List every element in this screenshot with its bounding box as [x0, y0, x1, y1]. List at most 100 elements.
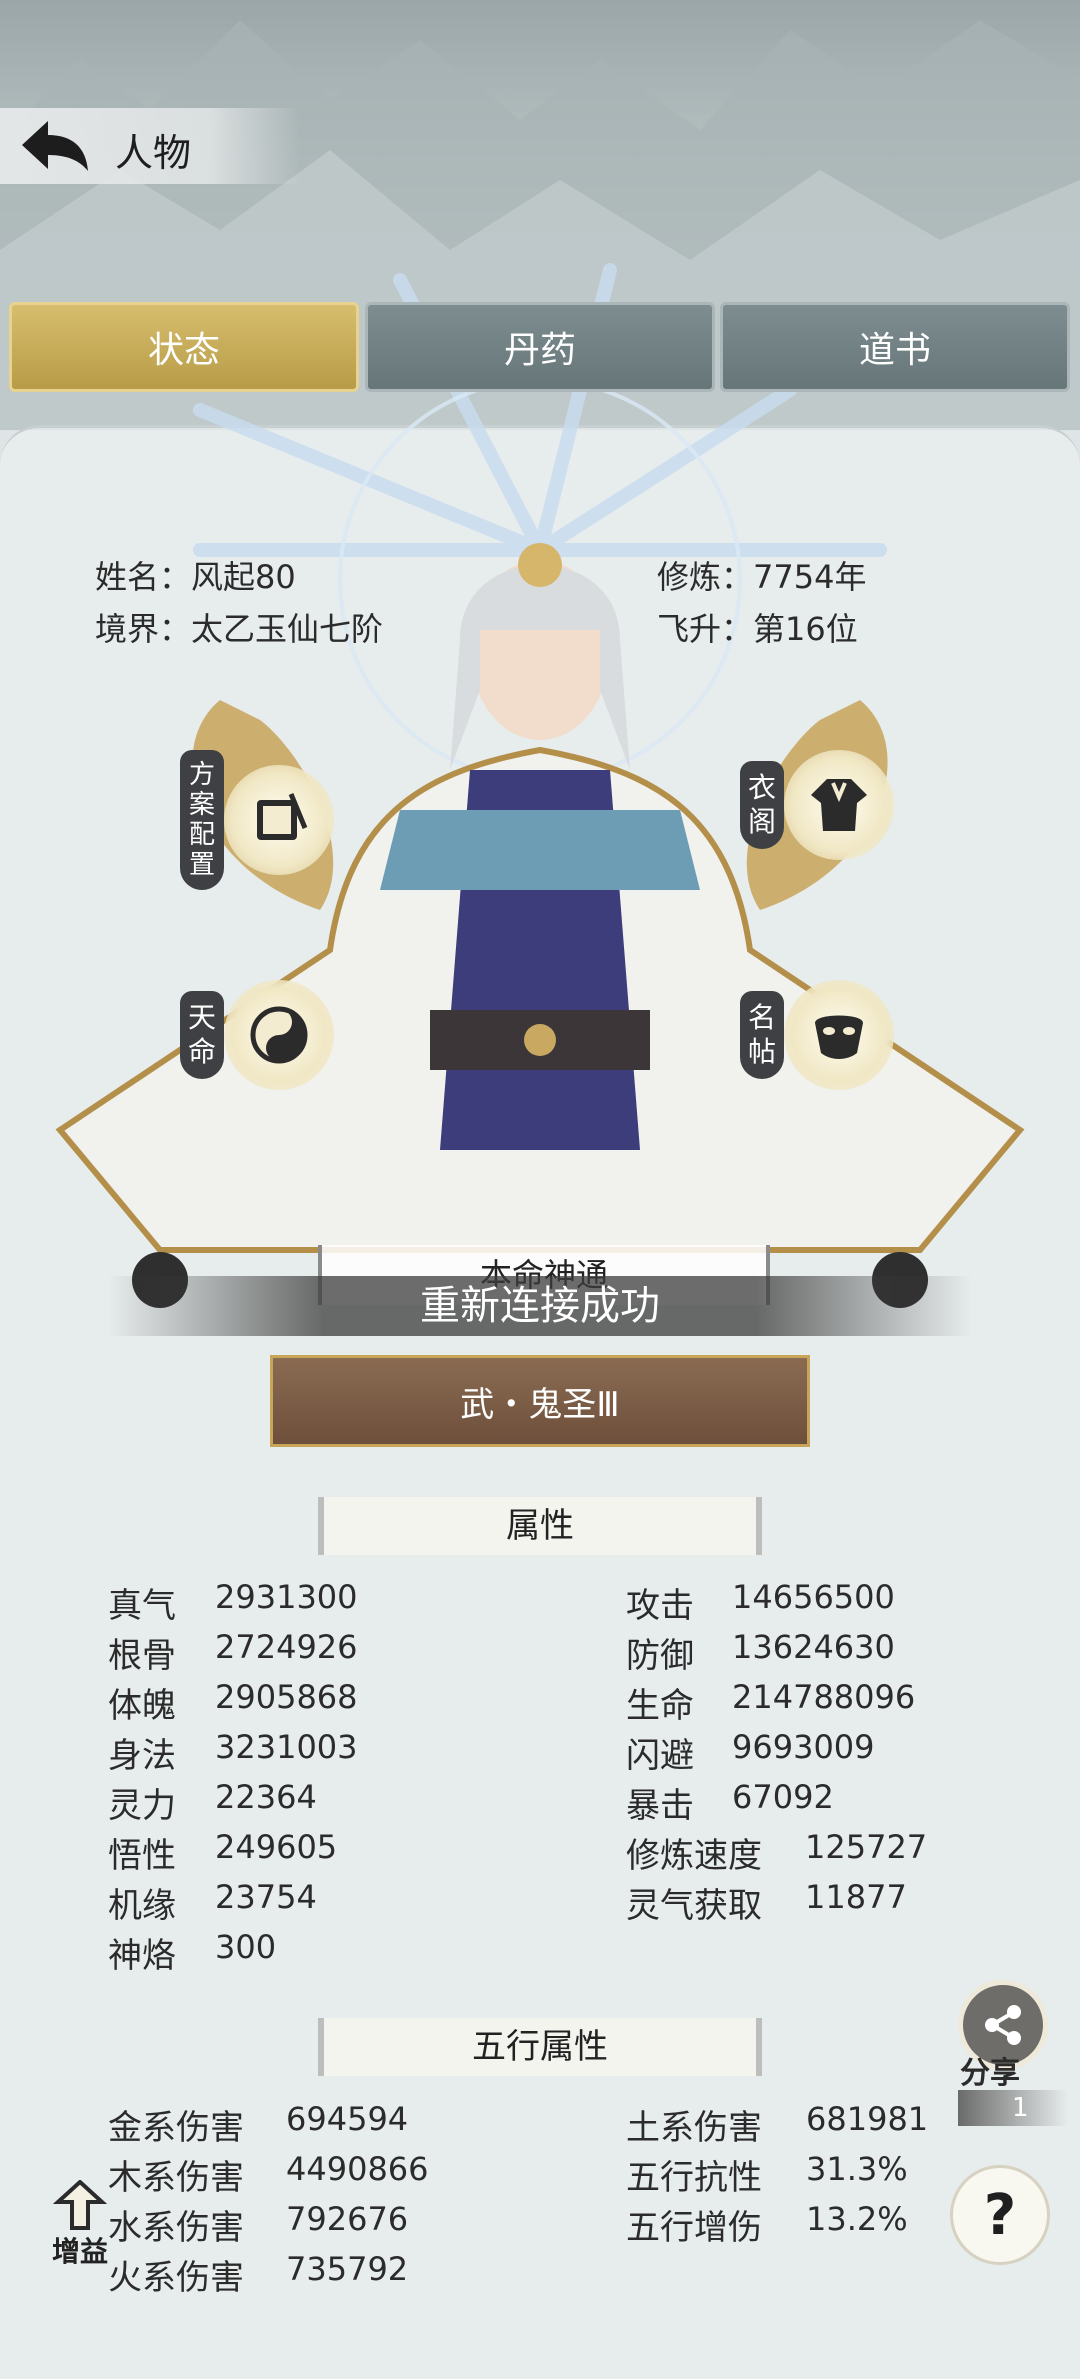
- attribute-row: 生命 214788096: [626, 1678, 1026, 1728]
- element-row: 五行抗性 31.3%: [626, 2150, 946, 2200]
- character-portrait: [55, 263, 1025, 1308]
- attribute-value: 2931300: [215, 1578, 358, 1616]
- attribute-value: 249605: [215, 1828, 338, 1866]
- element-value: 4490866: [286, 2150, 429, 2188]
- attribute-value: 67092: [732, 1778, 834, 1816]
- attributes-right-list: 攻击 14656500 防御 13624630 生命 214788096 闪避 9693…: [626, 1578, 1026, 1928]
- share-icon: [985, 2005, 1021, 2045]
- attribute-row: 攻击 14656500: [626, 1578, 1026, 1628]
- attribute-row: 闪避 9693009: [626, 1728, 1026, 1778]
- attribute-row: 灵气获取 11877: [626, 1878, 1026, 1928]
- attribute-label: 攻击: [626, 1586, 694, 1626]
- element-label: 火系伤害: [108, 2258, 244, 2298]
- attribute-row: 根骨 2724926: [108, 1628, 408, 1678]
- scroll-icon: [257, 793, 308, 840]
- attribute-label: 暴击: [626, 1786, 694, 1826]
- element-row: 水系伤害 792676: [108, 2200, 508, 2250]
- element-row: 土系伤害 681981: [626, 2100, 946, 2150]
- attribute-value: 2724926: [215, 1628, 358, 1666]
- element-label: 水系伤害: [108, 2208, 244, 2248]
- loadout-label: 方案配置: [180, 750, 224, 890]
- attribute-row: 机缘 23754: [108, 1878, 408, 1928]
- back-button[interactable]: [10, 112, 100, 178]
- buff-button[interactable]: 增益: [40, 2180, 120, 2280]
- attribute-label: 根骨: [108, 1636, 176, 1676]
- element-row: 金系伤害 694594: [108, 2100, 508, 2150]
- wardrobe-circle: [784, 750, 894, 860]
- attribute-label: 身法: [108, 1736, 176, 1776]
- element-value: 681981: [806, 2100, 929, 2138]
- attributes-header: 属性: [318, 1497, 762, 1555]
- mask-icon: [815, 1015, 863, 1059]
- reward-counter[interactable]: 1: [958, 2090, 1068, 2126]
- wardrobe-button[interactable]: 衣阁: [740, 750, 894, 860]
- element-value: 13.2%: [806, 2200, 908, 2238]
- attribute-value: 14656500: [732, 1578, 895, 1616]
- player-realm: 境界：太乙玉仙七阶: [95, 610, 384, 648]
- elements-right-list: 土系伤害 681981 五行抗性 31.3% 五行增伤 13.2%: [626, 2100, 946, 2250]
- attribute-row: 暴击 67092: [626, 1778, 1026, 1828]
- element-row: 五行增伤 13.2%: [626, 2200, 946, 2250]
- buff-arrow-icon: [52, 2180, 108, 2230]
- attribute-value: 11877: [805, 1878, 907, 1916]
- elements-header: 五行属性: [318, 2018, 762, 2076]
- element-value: 792676: [286, 2200, 409, 2238]
- attribute-value: 125727: [805, 1828, 928, 1866]
- attribute-label: 灵力: [108, 1786, 176, 1826]
- element-row: 木系伤害 4490866: [108, 2150, 508, 2200]
- counter-value: 1: [1012, 2093, 1029, 2123]
- element-label: 木系伤害: [108, 2158, 244, 2198]
- tab-pills[interactable]: 丹药: [365, 302, 715, 392]
- element-value: 31.3%: [806, 2150, 908, 2188]
- innate-skill-button[interactable]: 武・鬼圣Ⅲ: [270, 1355, 810, 1447]
- attribute-label: 闪避: [626, 1736, 694, 1776]
- attribute-value: 22364: [215, 1778, 317, 1816]
- page-title: 人物: [115, 131, 192, 175]
- attribute-row: 灵力 22364: [108, 1778, 408, 1828]
- buff-label: 增益: [51, 2235, 108, 2268]
- element-value: 735792: [286, 2250, 409, 2288]
- elements-left-list: 金系伤害 694594 木系伤害 4490866 水系伤害 792676 火系伤害 73…: [108, 2100, 508, 2300]
- help-button[interactable]: ?: [950, 2165, 1050, 2265]
- card-circle: [784, 980, 894, 1090]
- attribute-row: 修炼速度 125727: [626, 1828, 1026, 1878]
- loadout-button[interactable]: 方案配置: [180, 750, 334, 890]
- help-icon: ?: [983, 2182, 1017, 2248]
- player-name: 姓名：风起80: [95, 558, 296, 596]
- attribute-row: 神烙 300: [108, 1928, 408, 1978]
- card-button[interactable]: 名帖: [740, 980, 894, 1090]
- attribute-value: 3231003: [215, 1728, 358, 1766]
- cultivation-years: 修炼：7754年: [657, 558, 867, 596]
- destiny-circle: [224, 980, 334, 1090]
- attribute-label: 神烙: [108, 1936, 176, 1976]
- attribute-value: 23754: [215, 1878, 317, 1916]
- tab-status[interactable]: 状态: [9, 302, 359, 392]
- attribute-value: 214788096: [732, 1678, 916, 1716]
- attribute-label: 真气: [108, 1586, 176, 1626]
- attribute-value: 13624630: [732, 1628, 895, 1666]
- destiny-button[interactable]: 天命: [180, 980, 334, 1090]
- destiny-label: 天命: [180, 991, 224, 1079]
- element-row: 火系伤害 735792: [108, 2250, 508, 2300]
- attribute-label: 悟性: [108, 1836, 176, 1876]
- element-label: 金系伤害: [108, 2108, 244, 2148]
- wardrobe-label: 衣阁: [740, 761, 784, 849]
- ascension-rank: 飞升：第16位: [657, 610, 858, 648]
- share-label: 分享: [960, 2056, 1020, 2091]
- attribute-value: 300: [215, 1928, 277, 1966]
- element-value: 694594: [286, 2100, 409, 2138]
- back-arrow-icon: [22, 121, 88, 171]
- attribute-row: 防御 13624630: [626, 1628, 1026, 1678]
- attribute-row: 悟性 249605: [108, 1828, 408, 1878]
- card-label: 名帖: [740, 991, 784, 1079]
- attribute-row: 真气 2931300: [108, 1578, 408, 1628]
- element-label: 土系伤害: [626, 2108, 762, 2148]
- attribute-label: 机缘: [108, 1886, 176, 1926]
- element-label: 五行增伤: [626, 2208, 762, 2248]
- attribute-label: 灵气获取: [626, 1886, 762, 1926]
- robe-icon: [811, 779, 867, 831]
- toast-message: 重新连接成功: [108, 1276, 972, 1336]
- tab-books[interactable]: 道书: [720, 302, 1070, 392]
- attribute-label: 防御: [626, 1636, 694, 1676]
- attributes-left-list: 真气 2931300 根骨 2724926 体魄 2905868 身法 3231003 …: [108, 1578, 408, 1978]
